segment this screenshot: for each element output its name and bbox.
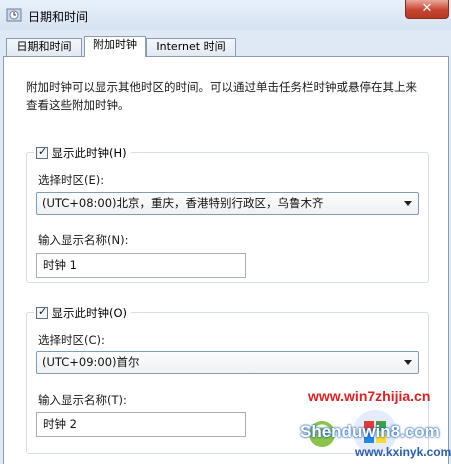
clock-app-icon (6, 8, 22, 22)
clock1-timezone-value: (UTC+08:00)北京，重庆，香港特别行政区，乌鲁木齐 (42, 196, 324, 210)
clock2-name-label: 输入显示名称(T): (38, 393, 127, 407)
tab-internet-time[interactable]: Internet 时间 (146, 38, 236, 56)
tab-additional-clocks[interactable]: 附加时钟 (84, 36, 146, 57)
clock1-timezone-label: 选择时区(E): (38, 173, 105, 187)
chevron-down-icon (404, 201, 412, 206)
clock1-checkbox[interactable] (36, 145, 48, 159)
tab-date-time[interactable]: 日期和时间 (6, 38, 82, 56)
clock1-checkbox-label: 显示此时钟(H) (51, 146, 127, 160)
watermark-brand: Shenduwin8.com (300, 422, 440, 441)
description-text: 附加时钟可以显示其他时区的时间。可以通过单击任务栏时钟或悬停在其上来查看这些附加… (26, 80, 417, 112)
clock2-checkbox[interactable] (36, 305, 48, 319)
watermark-site: www.kxinyk.com (355, 445, 451, 459)
clock1-checkbox-row[interactable]: 显示此时钟(H) (34, 145, 131, 161)
clock2-timezone-select[interactable]: (UTC+09:00)首尔 (36, 351, 419, 374)
clock2-checkbox-row[interactable]: 显示此时钟(O) (34, 305, 132, 321)
clock2-timezone-value: (UTC+09:00)首尔 (42, 355, 140, 369)
clock2-name-input[interactable]: 时钟 2 (36, 412, 246, 437)
watermark-url: www.win7zhijia.cn (308, 388, 431, 404)
close-button[interactable]: ✕ (405, 0, 449, 19)
clock2-checkbox-label: 显示此时钟(O) (51, 306, 128, 320)
clock2-timezone-label: 选择时区(C): (38, 333, 105, 347)
tab-strip: 日期和时间 附加时钟 Internet 时间 (6, 36, 446, 57)
clock1-timezone-select[interactable]: (UTC+08:00)北京，重庆，香港特别行政区，乌鲁木齐 (36, 192, 419, 215)
title-bar: 日期和时间 ✕ (0, 0, 451, 30)
chevron-down-icon (404, 360, 412, 365)
window-title: 日期和时间 (28, 10, 89, 24)
clock1-name-label: 输入显示名称(N): (38, 233, 129, 247)
clock1-name-input[interactable]: 时钟 1 (36, 253, 246, 278)
